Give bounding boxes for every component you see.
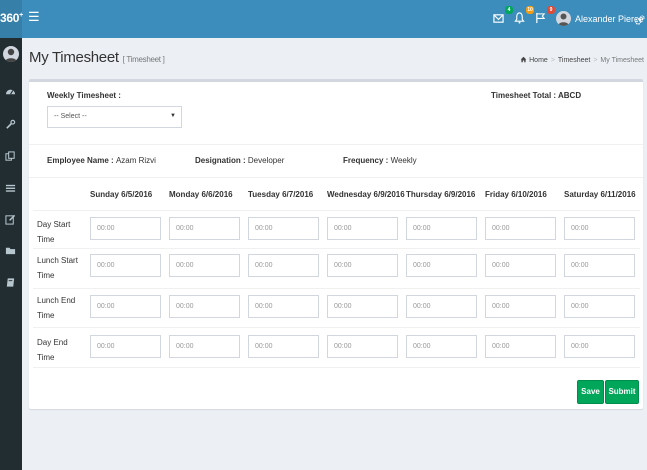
time-input[interactable]: 00:00 [485,217,556,240]
breadcrumb-timesheet[interactable]: Timesheet [558,57,590,64]
time-input[interactable]: 00:00 [406,295,477,318]
breadcrumb-separator: > [593,57,598,64]
time-input[interactable]: 00:00 [564,335,635,358]
divider [29,144,643,145]
frequency: Frequency : Weekly [343,156,417,165]
row-label: Day End Time [37,338,68,362]
employee-name: Employee Name : Azam Rizvi [47,156,156,165]
messages-icon[interactable]: 4 [493,6,513,27]
time-input[interactable]: 00:00 [406,217,477,240]
time-input[interactable]: 00:00 [90,217,161,240]
time-input[interactable]: 00:00 [327,217,398,240]
employee-name-value: Azam Rizvi [115,156,156,165]
page-title: My Timesheet [ Timesheet ] [29,49,165,66]
table-row-divider [33,327,640,328]
time-input[interactable]: 00:00 [248,295,319,318]
page-title-text: My Timesheet [29,49,119,66]
user-avatar[interactable] [556,11,571,26]
logo-sup: + [19,12,23,19]
table-row-divider [33,210,640,211]
table-row-divider [33,288,640,289]
time-input[interactable]: 00:00 [564,217,635,240]
save-button[interactable]: Save [577,380,604,404]
list-icon[interactable] [5,181,16,192]
row-label: Lunch End Time [37,296,76,320]
timesheet-total-label: Timesheet Total : [491,91,557,100]
time-input[interactable]: 00:00 [564,295,635,318]
time-input[interactable]: 00:00 [90,254,161,277]
logo-text: 360 [0,11,20,25]
frequency-label: Frequency : [343,156,389,165]
breadcrumb-separator: > [550,57,555,64]
timesheet-box: Weekly Timesheet : -- Select -- ▼ Timesh… [29,79,643,409]
time-input[interactable]: 00:00 [485,295,556,318]
time-input[interactable]: 00:00 [169,335,240,358]
flag-icon[interactable]: 9 [535,6,555,27]
time-input[interactable]: 00:00 [169,254,240,277]
weekly-timesheet-select[interactable]: -- Select -- ▼ [47,106,182,128]
messages-badge: 4 [505,6,513,14]
time-input[interactable]: 00:00 [406,254,477,277]
notifications-badge: 10 [526,6,534,14]
designation-value: Developer [247,156,285,165]
edit-icon[interactable] [5,212,16,225]
timesheet-total-value: ABCD [558,91,582,100]
column-header: Friday 6/10/2016 [485,190,547,199]
row-label: Day Start Time [37,220,71,244]
time-input[interactable]: 00:00 [248,335,319,358]
notifications-icon[interactable]: 10 [514,6,534,27]
time-input[interactable]: 00:00 [327,295,398,318]
time-input[interactable]: 00:00 [90,295,161,318]
select-value: -- Select -- [54,113,87,120]
sidebar-avatar [3,46,19,62]
breadcrumb-current: My Timesheet [600,57,644,64]
weekly-timesheet-label: Weekly Timesheet : [47,91,121,100]
breadcrumb: Home > Timesheet > My Timesheet [520,56,644,64]
book-icon[interactable] [5,275,16,287]
page-subtitle: [ Timesheet ] [122,55,165,64]
designation-label: Designation : [195,156,246,165]
top-navbar: 360+ ☰ 4 10 9 Alexander Pierce [0,0,647,38]
time-input[interactable]: 00:00 [248,217,319,240]
frequency-value: Weekly [390,156,417,165]
sidebar-toggle-icon[interactable]: ☰ [28,10,40,24]
column-header: Thursday 6/9/2016 [406,190,476,199]
table-row-divider [33,367,640,368]
row-label: Lunch Start Time [37,256,78,280]
tasks-badge: 9 [547,6,555,14]
breadcrumb-home[interactable]: Home [529,57,548,64]
column-header: Monday 6/6/2016 [169,190,233,199]
time-input[interactable]: 00:00 [564,254,635,277]
column-header: Wednesday 6/9/2016 [327,190,405,199]
gears-icon[interactable] [634,13,645,25]
folder-icon[interactable] [5,243,16,255]
time-input[interactable]: 00:00 [169,295,240,318]
home-icon[interactable] [520,56,529,64]
time-input[interactable]: 00:00 [485,335,556,358]
time-input[interactable]: 00:00 [327,335,398,358]
time-input[interactable]: 00:00 [327,254,398,277]
submit-button[interactable]: Submit [605,380,639,404]
sidebar [0,38,22,470]
time-input[interactable]: 00:00 [90,335,161,358]
app-logo[interactable]: 360+ [0,0,23,38]
wrench-icon[interactable] [5,117,16,129]
time-input[interactable]: 00:00 [485,254,556,277]
timesheet-total: Timesheet Total : ABCD [491,91,581,100]
column-header: Tuesday 6/7/2016 [248,190,314,199]
column-header: Saturday 6/11/2016 [564,190,636,199]
dropdown-arrow-icon: ▼ [170,113,176,119]
copy-icon[interactable] [5,149,16,161]
time-input[interactable]: 00:00 [406,335,477,358]
time-input[interactable]: 00:00 [169,217,240,240]
designation: Designation : Developer [195,156,284,165]
divider [29,177,643,178]
table-row-divider [33,248,640,249]
dashboard-icon[interactable] [5,84,16,95]
time-input[interactable]: 00:00 [248,254,319,277]
column-header: Sunday 6/5/2016 [90,190,153,199]
employee-name-label: Employee Name : [47,156,114,165]
